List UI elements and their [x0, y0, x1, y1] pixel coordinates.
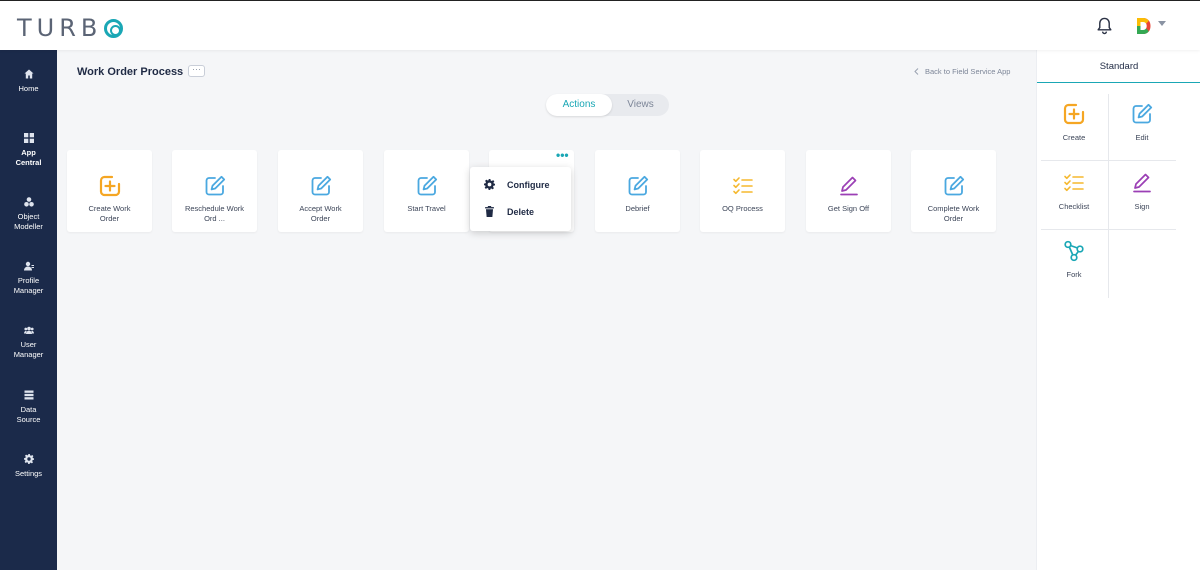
back-link-label: Back to Field Service App — [925, 67, 1011, 76]
tile-label: Create — [1062, 133, 1086, 142]
sidebar-item-user-manager[interactable]: User Manager — [0, 325, 57, 360]
sidebar-item-object-modeller[interactable]: Object Modeller — [0, 197, 57, 232]
edit-icon — [1132, 103, 1153, 124]
sidebar-item-label: Home — [18, 84, 39, 93]
menu-item-delete[interactable]: Delete — [484, 206, 534, 217]
tab-actions[interactable]: Actions — [546, 94, 612, 116]
sidebar: Home App Central Object Modeller Profile… — [0, 50, 57, 570]
sidebar-item-label: Object Modeller — [14, 212, 43, 231]
sidebar-item-label: User Manager — [13, 340, 44, 359]
chevron-left-icon — [914, 68, 919, 75]
sidebar-item-label: Data Source — [16, 405, 41, 424]
standard-panel: Standard Create Edit Checklist Sign Fork — [1036, 50, 1200, 570]
logo-o-mark — [104, 18, 124, 38]
action-card-oq-process[interactable]: OQ Process — [700, 150, 785, 232]
fork-icon — [1064, 240, 1084, 262]
palette-tile-edit[interactable]: Edit — [1109, 103, 1175, 142]
checklist-icon — [732, 177, 753, 195]
back-link[interactable]: Back to Field Service App — [914, 67, 1010, 76]
palette-tile-fork[interactable]: Fork — [1041, 240, 1107, 279]
tile-label: Fork — [1066, 270, 1082, 279]
title-more-button[interactable]: ··· — [188, 65, 205, 77]
action-card-debrief[interactable]: Debrief — [595, 150, 680, 232]
gear-icon — [23, 454, 34, 464]
create-icon — [1063, 103, 1085, 125]
trash-icon — [485, 206, 494, 217]
edit-icon — [205, 175, 225, 196]
panel-title[interactable]: Standard — [1037, 50, 1200, 83]
tile-label: Edit — [1135, 133, 1149, 142]
grid-icon — [23, 133, 34, 143]
sidebar-item-data-source[interactable]: Data Source — [0, 390, 57, 425]
page-title: Work Order Process — [77, 66, 184, 78]
sidebar-item-home[interactable]: Home — [0, 69, 57, 94]
action-card-complete-work-order[interactable]: Complete Work Order — [911, 150, 996, 232]
tile-label: Checklist — [1058, 202, 1090, 211]
palette-tile-create[interactable]: Create — [1041, 103, 1107, 142]
profile-icon — [23, 261, 34, 271]
home-icon — [24, 69, 33, 79]
top-bar: TURB — [0, 0, 1200, 50]
edit-icon — [944, 175, 964, 196]
grid-divider — [1041, 229, 1176, 230]
card-label: OQ Process — [722, 204, 763, 213]
turbo-logo[interactable]: TURB — [17, 14, 124, 42]
sidebar-item-label: Settings — [14, 469, 43, 478]
sign-icon — [1133, 173, 1151, 193]
database-icon — [24, 390, 33, 400]
card-label: Debrief — [625, 204, 650, 213]
tab-views[interactable]: Views — [612, 94, 669, 116]
gear-icon — [484, 179, 495, 190]
sidebar-item-label: App Central — [15, 148, 42, 167]
action-card-create-work-order[interactable]: Create Work Order — [67, 150, 152, 232]
card-label: Reschedule Work Ord ... — [184, 204, 245, 223]
menu-item-label: Configure — [507, 179, 550, 190]
palette-tile-checklist[interactable]: Checklist — [1041, 172, 1107, 211]
grid-divider — [1041, 160, 1176, 161]
card-label: Complete Work Order — [927, 204, 980, 223]
tile-label: Sign — [1134, 202, 1150, 211]
card-context-menu: Configure Delete — [470, 167, 571, 231]
action-card-get-sign-off[interactable]: Get Sign Off — [806, 150, 891, 232]
logo-text: TURB — [17, 14, 103, 42]
sign-icon — [839, 176, 858, 196]
card-label: Accept Work Order — [299, 204, 342, 223]
user-avatar-icon[interactable] — [1136, 17, 1152, 35]
sidebar-item-app-central[interactable]: App Central — [0, 133, 57, 168]
menu-item-label: Delete — [507, 206, 535, 217]
edit-icon — [417, 175, 437, 196]
checklist-icon — [1064, 174, 1084, 192]
palette-tile-sign[interactable]: Sign — [1109, 172, 1175, 211]
bell-icon[interactable] — [1096, 17, 1113, 35]
sidebar-item-profile-manager[interactable]: Profile Manager — [0, 261, 57, 296]
card-more-button[interactable]: ••• — [556, 149, 569, 161]
card-label: Get Sign Off — [827, 204, 870, 213]
menu-item-configure[interactable]: Configure — [484, 179, 550, 190]
edit-icon — [311, 175, 331, 196]
sidebar-item-label: Profile Manager — [13, 276, 44, 295]
objects-icon — [23, 197, 34, 207]
action-card-reschedule-work-order[interactable]: Reschedule Work Ord ... — [172, 150, 257, 232]
users-icon — [23, 326, 34, 334]
chevron-down-icon[interactable] — [1158, 21, 1166, 26]
card-label: Create Work Order — [88, 204, 131, 223]
sidebar-item-settings[interactable]: Settings — [0, 454, 57, 479]
actions-views-toggle: Actions Views — [546, 94, 669, 116]
edit-icon — [628, 175, 648, 196]
action-card-start-travel[interactable]: Start Travel — [384, 150, 469, 232]
create-icon — [99, 175, 120, 197]
action-card-accept-work-order[interactable]: Accept Work Order — [278, 150, 363, 232]
card-label: Start Travel — [407, 204, 446, 213]
